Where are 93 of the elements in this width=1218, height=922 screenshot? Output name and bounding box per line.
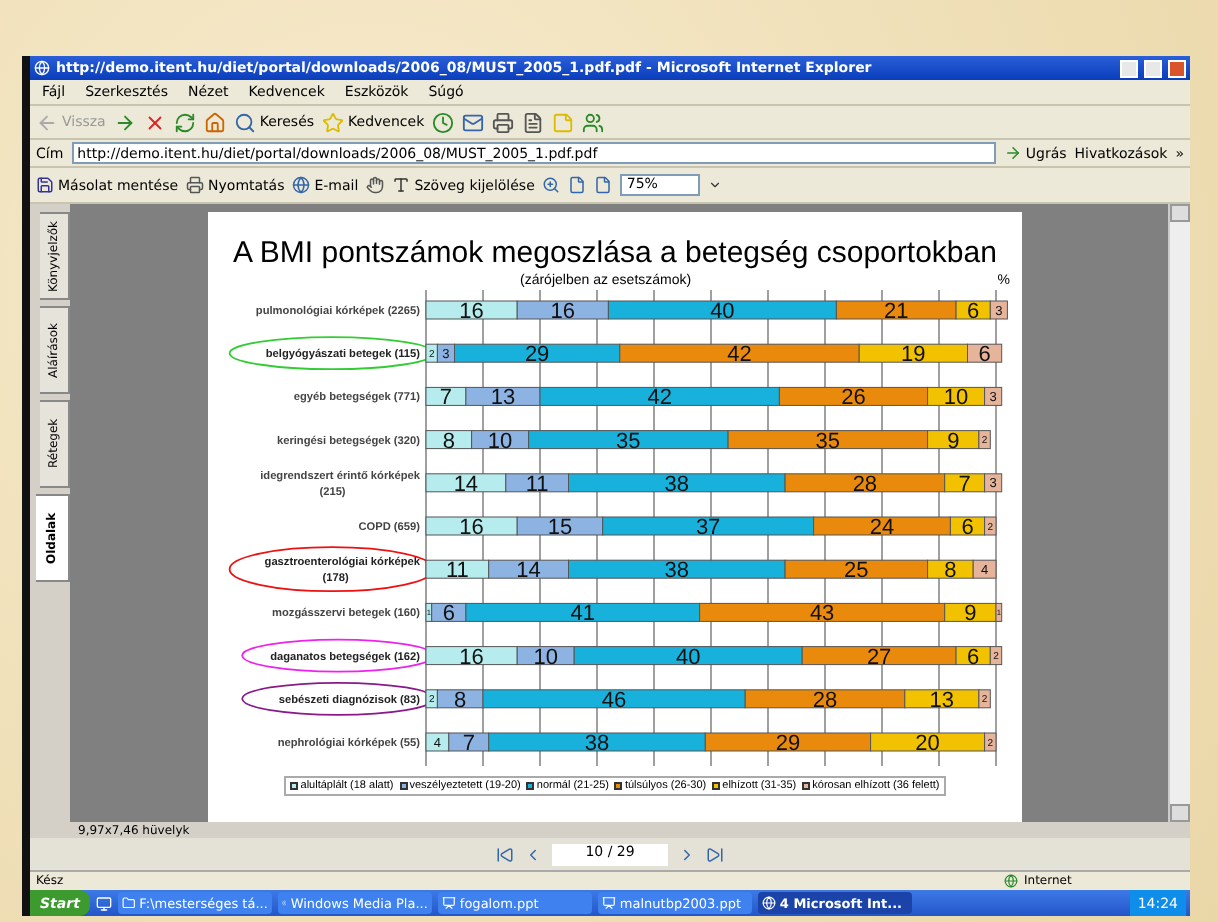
data-label: 13 xyxy=(490,386,516,411)
go-icon[interactable] xyxy=(1003,144,1022,162)
hand-icon[interactable] xyxy=(366,176,385,194)
data-label: 24 xyxy=(869,515,895,540)
data-label: 27 xyxy=(866,645,892,670)
next-page-icon[interactable] xyxy=(678,845,696,863)
bar-segment xyxy=(425,430,473,450)
data-label: 21 xyxy=(884,299,909,324)
last-page-icon[interactable] xyxy=(706,845,724,863)
data-label: 35 xyxy=(616,429,641,454)
restore-button[interactable] xyxy=(1144,59,1162,77)
browser-icon[interactable] xyxy=(761,896,776,910)
data-label: 26 xyxy=(841,386,866,411)
data-label: 11 xyxy=(445,559,469,584)
data-label: 10 xyxy=(943,386,969,411)
data-label: 38 xyxy=(584,731,610,756)
data-label: 6 xyxy=(967,645,980,670)
data-label: 6 xyxy=(978,343,991,368)
first-page-icon[interactable] xyxy=(496,845,514,863)
home-icon[interactable] xyxy=(203,111,226,133)
forward-icon[interactable] xyxy=(113,111,136,133)
data-label: 41 xyxy=(570,602,595,627)
desktop-icon[interactable] xyxy=(95,895,112,911)
data-label: 40 xyxy=(710,299,735,324)
close-button[interactable] xyxy=(1168,59,1186,77)
data-label: 35 xyxy=(815,429,841,454)
chart-title: A BMI pontszámok megoszlása a betegség csoportokban xyxy=(233,236,997,272)
vertical-scrollbar[interactable] xyxy=(1168,204,1190,822)
data-label: 7 xyxy=(439,386,453,411)
data-label: 14 xyxy=(453,472,479,497)
data-label: 7 xyxy=(958,472,971,497)
printer-icon[interactable] xyxy=(186,176,205,194)
data-label: 38 xyxy=(664,559,690,584)
data-label: 43 xyxy=(809,602,835,627)
data-label: 20 xyxy=(915,731,940,756)
data-label: 19 xyxy=(901,343,926,368)
stop-icon[interactable] xyxy=(143,111,166,133)
save-icon[interactable] xyxy=(36,176,54,194)
page-icon[interactable] xyxy=(594,176,613,194)
data-label: 15 xyxy=(547,515,573,540)
data-label: 10 xyxy=(533,645,558,670)
data-label: 9 xyxy=(964,602,977,627)
data-label: 16 xyxy=(459,299,484,324)
data-label: 38 xyxy=(664,472,690,497)
data-label: 13 xyxy=(929,688,955,713)
data-label: 28 xyxy=(812,688,838,713)
data-label: 8 xyxy=(944,559,957,584)
search-icon[interactable] xyxy=(233,111,256,133)
presentation-icon[interactable] xyxy=(601,896,616,910)
mail-icon[interactable] xyxy=(462,111,485,133)
folder-icon[interactable] xyxy=(121,896,136,910)
previous-page-icon[interactable] xyxy=(524,845,542,863)
bar-segment xyxy=(425,300,518,320)
document-icon[interactable] xyxy=(522,111,545,133)
data-label: 42 xyxy=(647,386,672,411)
data-label: 8 xyxy=(454,688,467,713)
text-cursor-icon[interactable] xyxy=(392,176,411,194)
globe-icon[interactable] xyxy=(292,176,311,194)
zoom-in-icon[interactable] xyxy=(542,176,561,194)
bar-segment xyxy=(425,516,518,536)
data-label: 11 xyxy=(525,472,549,497)
data-label: 14 xyxy=(516,559,541,584)
data-label: 6 xyxy=(967,299,980,324)
data-label: 7 xyxy=(462,731,475,756)
star-icon[interactable] xyxy=(322,111,345,133)
data-label: 29 xyxy=(775,731,801,756)
data-label: 16 xyxy=(459,645,484,670)
data-label: 6 xyxy=(442,602,455,627)
printer-icon[interactable] xyxy=(492,111,515,133)
data-label: 9 xyxy=(947,429,960,454)
data-label: 16 xyxy=(459,515,484,540)
data-label: 25 xyxy=(844,559,869,584)
browser-icon[interactable] xyxy=(34,60,50,76)
data-label: 42 xyxy=(727,343,752,368)
data-label: 29 xyxy=(524,343,550,368)
data-label: 10 xyxy=(487,429,513,454)
data-label: 40 xyxy=(675,645,701,670)
page-icon[interactable] xyxy=(568,176,587,194)
globe-icon[interactable] xyxy=(1004,874,1018,888)
minimize-button[interactable] xyxy=(1120,59,1138,77)
data-label: 28 xyxy=(852,472,878,497)
data-label: 46 xyxy=(601,688,627,713)
data-label: 6 xyxy=(961,515,974,540)
clock-icon[interactable] xyxy=(432,111,455,133)
bar-segment xyxy=(425,559,490,579)
data-label: 37 xyxy=(695,515,721,540)
data-label: 16 xyxy=(550,299,576,324)
people-icon[interactable] xyxy=(582,111,605,133)
dropdown-icon[interactable] xyxy=(708,178,723,192)
bar-segment xyxy=(425,473,507,493)
presentation-icon[interactable] xyxy=(441,896,456,910)
refresh-icon[interactable] xyxy=(173,111,196,133)
data-label: 8 xyxy=(442,429,455,454)
